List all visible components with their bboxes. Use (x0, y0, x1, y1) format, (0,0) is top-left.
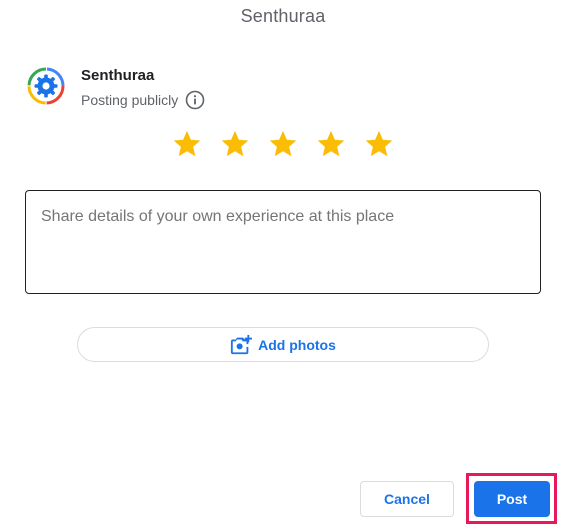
add-photos-label: Add photos (258, 336, 336, 353)
star-4-icon[interactable] (315, 128, 347, 160)
dialog-title: Senthuraa (240, 6, 326, 26)
star-1-icon[interactable] (171, 128, 203, 160)
star-2-icon[interactable] (219, 128, 251, 160)
gear-logo-icon (27, 67, 65, 105)
info-icon[interactable] (185, 90, 205, 110)
add-photos-button[interactable]: Add photos (77, 327, 489, 362)
cancel-button[interactable]: Cancel (360, 481, 454, 517)
post-button[interactable]: Post (474, 481, 550, 517)
star-3-icon[interactable] (267, 128, 299, 160)
add-photo-icon (231, 334, 253, 354)
author-name: Senthuraa (81, 67, 155, 84)
star-rating (0, 128, 566, 160)
posting-visibility-label: Posting publicly (81, 92, 179, 108)
star-5-icon[interactable] (363, 128, 395, 160)
posting-visibility: Posting publicly (81, 90, 205, 110)
avatar (26, 66, 66, 106)
review-textarea[interactable] (25, 190, 541, 294)
